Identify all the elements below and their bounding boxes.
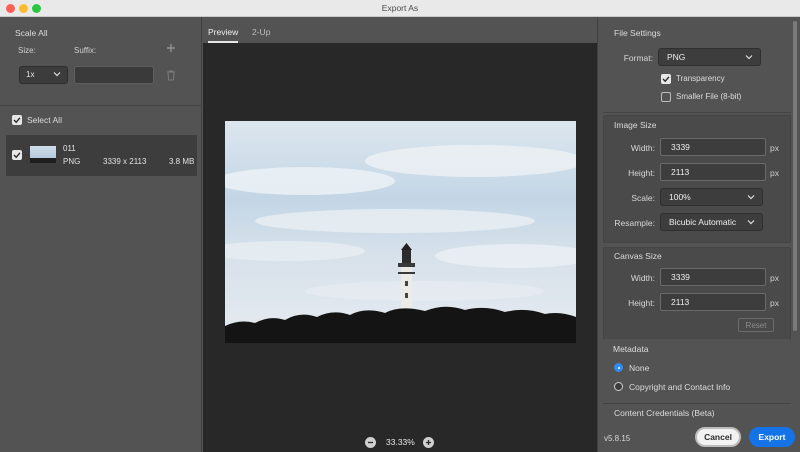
image-height-unit: px — [770, 168, 779, 178]
size-label: Size: — [18, 46, 36, 55]
image-width-label: Width: — [630, 143, 655, 153]
version-label: v5.8.15 — [604, 434, 631, 443]
export-button[interactable]: Export — [749, 427, 795, 447]
transparency-checkbox[interactable] — [661, 74, 671, 84]
chevron-down-icon — [747, 195, 755, 200]
select-all-checkbox[interactable] — [12, 115, 22, 125]
tab-preview[interactable]: Preview — [208, 27, 238, 37]
metadata-heading: Metadata — [613, 344, 649, 354]
window-title: Export As — [381, 3, 419, 13]
image-size-group: Image Size Width: 3339 px Height: 2113 p… — [603, 115, 791, 243]
metadata-none-label: None — [629, 363, 650, 373]
preview-canvas — [203, 43, 597, 435]
resample-select[interactable]: Bicubic Automatic — [660, 213, 763, 231]
zoom-out-icon[interactable] — [365, 437, 376, 448]
settings-panel: File Settings Format: PNG Transparency S… — [597, 17, 800, 452]
zoom-level: 33.33% — [386, 437, 415, 447]
scale-select-value: 100% — [669, 192, 691, 202]
reset-button[interactable]: Reset — [738, 318, 774, 332]
divider — [0, 105, 202, 106]
canvas-width-input[interactable]: 3339 — [660, 268, 766, 286]
cancel-button[interactable]: Cancel — [695, 427, 741, 447]
metadata-none-radio[interactable] — [614, 363, 623, 372]
size-select[interactable]: 1x — [19, 66, 68, 84]
canvas-size-group: Canvas Size Width: 3339 px Height: 2113 … — [603, 247, 791, 353]
chevron-down-icon — [745, 55, 753, 60]
checkmark-icon — [13, 117, 21, 124]
canvas-size-heading: Canvas Size — [614, 251, 662, 261]
divider — [603, 112, 791, 113]
asset-name: 011 — [63, 144, 76, 153]
chevron-down-icon — [53, 72, 61, 77]
asset-checkbox[interactable] — [12, 150, 22, 160]
tab-2-up[interactable]: 2-Up — [252, 27, 270, 37]
file-settings-heading: File Settings — [614, 28, 661, 38]
metadata-group: Metadata None Copyright and Contact Info — [603, 339, 791, 413]
resample-label: Resample: — [614, 218, 655, 228]
image-width-input[interactable]: 3339 — [660, 138, 766, 156]
zoom-bar: 33.33% — [203, 435, 597, 452]
canvas-height-input[interactable]: 2113 — [660, 293, 766, 311]
format-select[interactable]: PNG — [658, 48, 761, 66]
suffix-label: Suffix: — [74, 46, 97, 55]
image-height-input[interactable]: 2113 — [660, 163, 766, 181]
add-scale-icon[interactable] — [166, 43, 176, 53]
asset-row[interactable]: 011 PNG 3339 x 2113 3.8 MB — [6, 135, 197, 176]
metadata-copyright-radio[interactable] — [614, 382, 623, 391]
format-select-value: PNG — [667, 52, 686, 62]
canvas-height-label: Height: — [628, 298, 655, 308]
asset-filesize: 3.8 MB — [169, 157, 195, 166]
image-size-heading: Image Size — [614, 120, 657, 130]
settings-scrollbar[interactable] — [790, 17, 799, 332]
image-height-label: Height: — [628, 168, 655, 178]
transparency-label: Transparency — [676, 74, 725, 83]
smaller-file-checkbox[interactable] — [661, 92, 671, 102]
divider — [603, 403, 791, 404]
canvas-width-unit: px — [770, 273, 779, 283]
trash-icon[interactable] — [166, 70, 176, 81]
asset-thumbnail — [30, 146, 56, 163]
chevron-down-icon — [747, 220, 755, 225]
resample-select-value: Bicubic Automatic — [669, 217, 737, 227]
zoom-in-icon[interactable] — [423, 437, 434, 448]
asset-dimensions: 3339 x 2113 — [103, 157, 147, 166]
suffix-input[interactable] — [74, 66, 154, 84]
assets-panel: Scale All Size: Suffix: 1x Select All 01… — [0, 17, 202, 452]
scrollbar-thumb[interactable] — [793, 21, 797, 331]
canvas-height-unit: px — [770, 298, 779, 308]
asset-format: PNG — [63, 157, 81, 166]
smaller-file-label: Smaller File (8-bit) — [676, 92, 742, 101]
scale-label: Scale: — [631, 193, 655, 203]
checkmark-icon — [13, 152, 21, 159]
scale-all-label: Scale All — [15, 28, 48, 38]
preview-area: Preview 2-Up 33.33% — [203, 17, 597, 452]
title-bar: Export As — [0, 0, 800, 17]
content-credentials-heading: Content Credentials (Beta) — [614, 408, 715, 418]
image-width-unit: px — [770, 143, 779, 153]
scale-select[interactable]: 100% — [660, 188, 763, 206]
canvas-width-label: Width: — [630, 273, 655, 283]
size-select-value: 1x — [26, 70, 35, 79]
metadata-copyright-label: Copyright and Contact Info — [629, 382, 731, 392]
preview-image — [225, 121, 576, 343]
checkmark-icon — [662, 76, 670, 83]
format-label: Format: — [623, 53, 653, 63]
select-all-label: Select All — [27, 115, 62, 125]
